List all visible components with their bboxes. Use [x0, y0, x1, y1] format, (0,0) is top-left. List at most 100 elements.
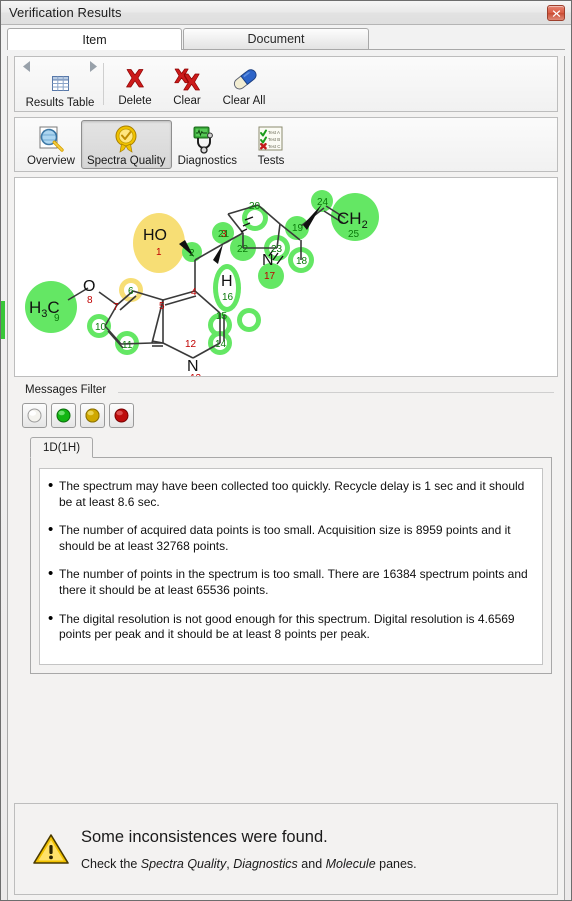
svg-text:12: 12: [185, 339, 197, 350]
messages-filter-legend: Messages Filter: [25, 384, 107, 396]
svg-text:17: 17: [264, 271, 276, 282]
filter-warning-button[interactable]: [80, 403, 105, 428]
delete-button[interactable]: Delete: [109, 60, 161, 108]
message-text: The digital resolution is not good enoug…: [59, 611, 515, 642]
svg-text:2: 2: [189, 248, 195, 259]
svg-text:11: 11: [122, 340, 133, 351]
blue-capsule-clear-all-icon: [230, 65, 258, 94]
svg-text:Test B: Test B: [268, 137, 280, 142]
tab-document[interactable]: Document: [183, 28, 369, 49]
clear-label: Clear: [173, 95, 201, 107]
molecule-structure-svg: H3C O HO N N H CH2 1 2 3 4 5 6 7 8 9 10 …: [25, 190, 379, 376]
status-sub-prefix: Check the: [81, 856, 141, 871]
svg-text:16: 16: [222, 292, 234, 303]
status-sub-suffix: panes.: [375, 856, 417, 871]
messages-area: 1D(1H) • The spectrum may have been coll…: [30, 437, 552, 674]
main-tabstrip: Item Document: [7, 28, 565, 50]
tab-document-label: Document: [247, 32, 305, 46]
magnifier-document-icon: [36, 123, 66, 155]
svg-text:8: 8: [87, 295, 93, 306]
results-table-label: Results Table: [25, 97, 95, 109]
status-texts: Some inconsistences were found. Check th…: [73, 828, 417, 871]
arrow-right-icon[interactable]: [88, 59, 97, 77]
title-bar: Verification Results: [1, 1, 571, 25]
svg-text:14: 14: [215, 339, 227, 350]
svg-text:4: 4: [191, 287, 197, 298]
red-double-x-clear-icon: [173, 65, 201, 94]
status-subtitle: Check the Spectra Quality, Diagnostics a…: [81, 857, 417, 871]
highlight-blobs: [25, 190, 379, 355]
svg-text:23: 23: [271, 244, 283, 255]
message-text: The spectrum may have been collected too…: [59, 479, 525, 509]
bullet-icon: •: [48, 565, 54, 583]
svg-text:15: 15: [216, 311, 228, 322]
svg-text:13: 13: [190, 373, 202, 376]
bullet-icon: •: [48, 609, 54, 627]
actions-toolbar: Results Table Delete Clear Clear All: [14, 56, 558, 112]
svg-text:21: 21: [218, 229, 230, 240]
tab-1d-1h[interactable]: 1D(1H): [30, 437, 94, 458]
pane-tests-label: Tests: [257, 155, 285, 167]
results-table-icon[interactable]: [51, 76, 69, 96]
item-tab-panel: Results Table Delete Clear Clear All Ove…: [7, 56, 565, 900]
messages-list[interactable]: • The spectrum may have been collected t…: [39, 468, 543, 665]
status-sub-em2: Diagnostics: [233, 856, 298, 871]
status-sub-em3: Molecule: [325, 856, 376, 871]
tab-item[interactable]: Item: [7, 28, 182, 50]
delete-label: Delete: [118, 95, 152, 107]
status-title: Some inconsistences were found.: [81, 827, 328, 846]
gold-rosette-icon: [111, 123, 141, 155]
warning-triangle-icon: [29, 833, 73, 865]
svg-text:5: 5: [159, 301, 165, 312]
svg-text:20: 20: [249, 201, 261, 212]
clear-button[interactable]: Clear: [161, 60, 213, 108]
svg-text:19: 19: [292, 223, 304, 234]
pane-overview[interactable]: Overview: [21, 120, 81, 169]
stethoscope-icon: [191, 123, 223, 155]
checklist-tests-icon: Test A Test B Test C: [257, 123, 285, 155]
svg-text:7: 7: [113, 302, 119, 313]
pane-diagnostics-label: Diagnostics: [177, 155, 238, 167]
clear-all-button[interactable]: Clear All: [213, 60, 275, 108]
messages-box: • The spectrum may have been collected t…: [30, 458, 552, 674]
messages-filter-buttons: [22, 403, 134, 428]
svg-text:22: 22: [237, 244, 249, 255]
svg-text:24: 24: [317, 197, 329, 208]
results-table-nav: Results Table: [19, 59, 101, 109]
panes-toolbar: Overview Spectra Quality Diagnostics Tes…: [14, 117, 558, 172]
svg-text:6: 6: [128, 286, 134, 297]
molecule-structure-panel[interactable]: H3C O HO N N H CH2 1 2 3 4 5 6 7 8 9 10 …: [14, 177, 558, 377]
svg-text:25: 25: [348, 229, 360, 240]
clear-all-label: Clear All: [222, 95, 266, 107]
pane-diagnostics[interactable]: Diagnostics: [172, 120, 243, 169]
svg-text:9: 9: [54, 313, 60, 324]
messages-tabstrip: 1D(1H): [30, 437, 552, 458]
messages-filter-group: Messages Filter: [14, 384, 558, 433]
molecule-atom-numbers: 1 2 3 4 5 6 7 8 9 10 11 12 13 14 15 16 1: [54, 197, 360, 376]
window-title: Verification Results: [9, 5, 122, 20]
pane-tests[interactable]: Test A Test B Test C Tests: [243, 120, 299, 169]
verification-results-window: Verification Results Item Document Resul…: [0, 0, 572, 901]
arrow-left-icon[interactable]: [23, 59, 32, 77]
status-summary: Some inconsistences were found. Check th…: [14, 803, 558, 895]
pane-spectra-quality[interactable]: Spectra Quality: [80, 120, 172, 169]
atom-label-o: O: [83, 278, 95, 295]
messages-filter-divider: [118, 392, 554, 393]
tab-item-label: Item: [82, 32, 107, 47]
bullet-icon: •: [48, 521, 54, 539]
bullet-icon: •: [48, 477, 54, 494]
red-x-delete-icon: [122, 65, 148, 94]
pane-overview-label: Overview: [27, 155, 75, 167]
filter-ok-button[interactable]: [51, 403, 76, 428]
filter-error-button[interactable]: [109, 403, 134, 428]
pane-spectra-quality-label: Spectra Quality: [86, 155, 166, 167]
list-item: • The number of points in the spectrum i…: [48, 565, 530, 598]
svg-text:10: 10: [95, 322, 107, 333]
toolbar-separator: [103, 63, 104, 105]
close-icon[interactable]: [547, 5, 565, 21]
svg-text:18: 18: [296, 256, 308, 267]
svg-text:Test A: Test A: [268, 130, 280, 135]
tab-1d-1h-label: 1D(1H): [43, 441, 81, 454]
list-item: • The spectrum may have been collected t…: [48, 477, 530, 510]
filter-all-button[interactable]: [22, 403, 47, 428]
